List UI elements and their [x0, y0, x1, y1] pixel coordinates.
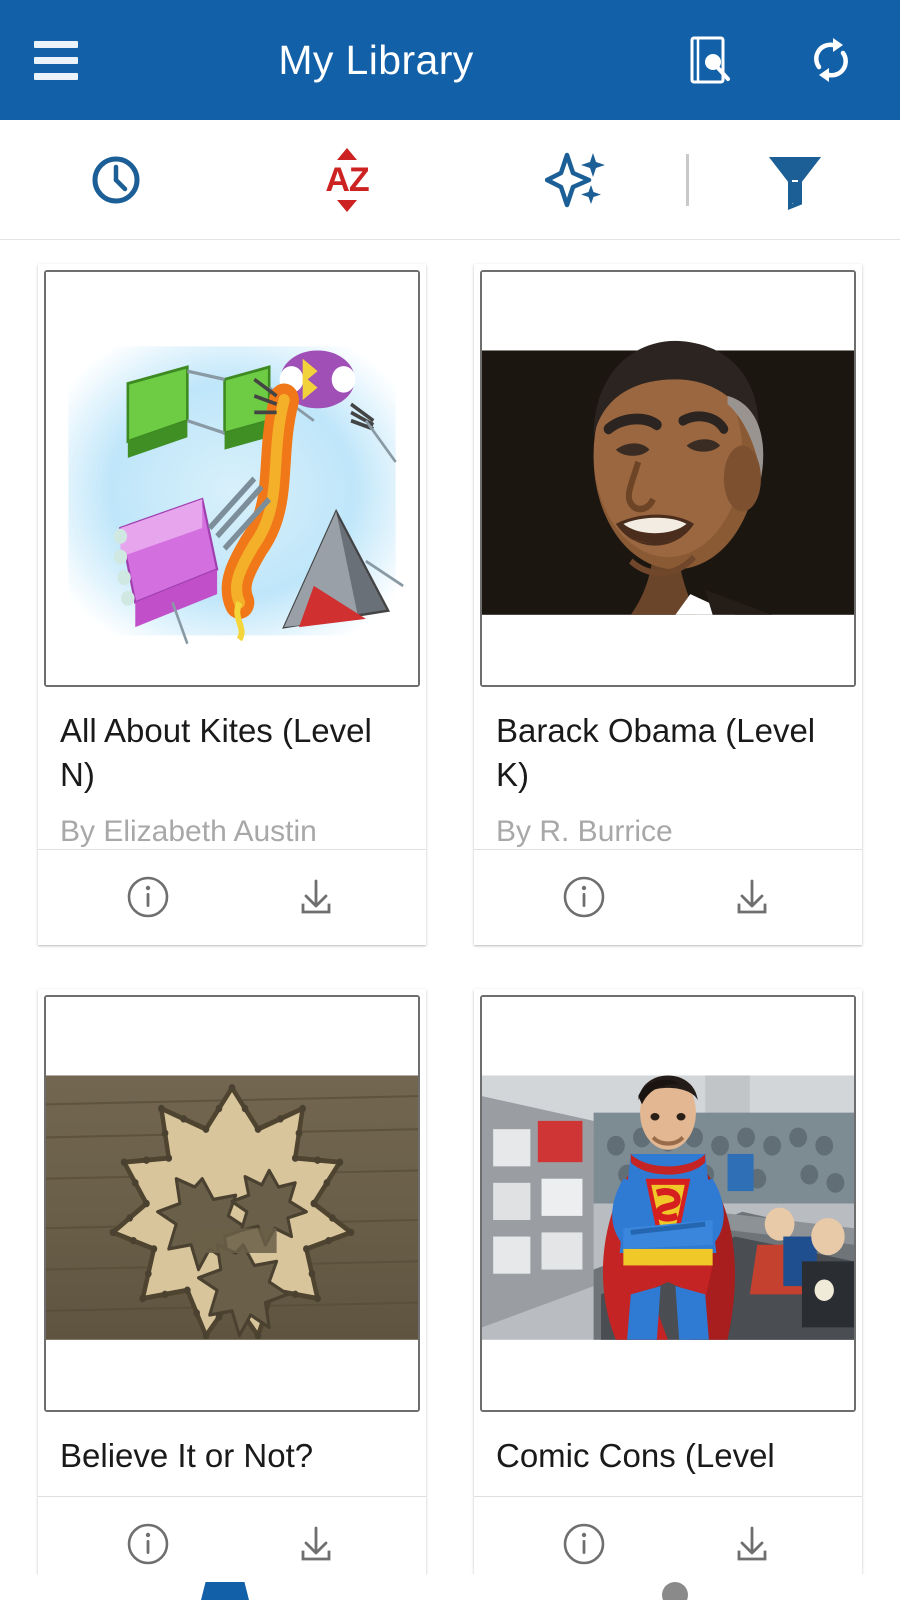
info-circle-icon — [127, 1523, 169, 1565]
menu-line — [34, 56, 78, 64]
book-cover — [44, 994, 420, 1412]
search-book-button[interactable] — [684, 33, 738, 87]
book-text: Barack Obama (Level K) By R. Burrice — [474, 687, 862, 849]
book-download-button[interactable] — [724, 1516, 780, 1572]
book-cover — [44, 270, 420, 687]
page-title: My Library — [278, 36, 474, 83]
cover-artwork — [46, 272, 418, 685]
menu-line — [34, 72, 78, 80]
book-text: Believe It or Not? — [38, 1412, 426, 1496]
arrow-up-icon — [337, 147, 357, 160]
app-bar-actions — [684, 33, 874, 87]
book-info-button[interactable] — [120, 1516, 176, 1572]
app-bar: My Library — [0, 0, 900, 120]
active-tab-indicator-icon — [198, 1582, 252, 1600]
cover-artwork — [482, 996, 854, 1410]
info-circle-icon — [563, 876, 605, 918]
book-card-actions — [38, 848, 426, 945]
book-download-button[interactable] — [288, 869, 344, 925]
filter-funnel-icon — [768, 156, 821, 210]
sync-button[interactable] — [804, 33, 858, 87]
az-sort-label: AZ — [325, 160, 369, 199]
sync-refresh-icon — [814, 38, 848, 82]
cover-artwork — [482, 272, 854, 685]
book-author: By Elizabeth Austin — [60, 814, 317, 848]
book-grid: All About Kites (Level N) By Elizabeth A… — [0, 240, 900, 1592]
book-title: Barack Obama (Level K) — [496, 712, 816, 793]
book-author: By R. Burrice — [496, 814, 673, 848]
sort-level-button[interactable] — [462, 120, 692, 239]
book-download-button[interactable] — [288, 1516, 344, 1572]
circle-icon — [662, 1582, 688, 1600]
book-info-button[interactable] — [556, 1516, 612, 1572]
sort-recent-button[interactable] — [0, 120, 232, 239]
book-search-icon — [690, 36, 730, 84]
filter-button[interactable] — [689, 120, 900, 239]
book-title: Believe It or Not? — [60, 1436, 314, 1474]
clock-icon — [92, 156, 140, 203]
book-text: Comic Cons (Level — [474, 1412, 862, 1496]
sort-alphabetical-button[interactable]: AZ — [232, 120, 462, 239]
comic-con-superman-photo-icon — [482, 996, 854, 1410]
sort-filter-toolbar: AZ — [0, 120, 900, 240]
book-title: Comic Cons (Level — [496, 1436, 775, 1474]
book-card[interactable]: Comic Cons (Level — [474, 988, 862, 1592]
book-info-button[interactable] — [120, 869, 176, 925]
sparkles-icon — [545, 152, 605, 207]
download-icon — [301, 879, 331, 914]
download-icon — [737, 1526, 767, 1561]
download-icon — [301, 1526, 331, 1561]
book-title: All About Kites (Level N) — [60, 712, 372, 793]
crop-circle-photo-icon — [46, 996, 418, 1410]
bottom-nav-item-active[interactable] — [125, 1582, 325, 1600]
book-card[interactable]: Barack Obama (Level K) By R. Burrice — [474, 264, 862, 945]
arrow-down-icon — [337, 199, 357, 212]
download-icon — [737, 879, 767, 914]
book-cover — [480, 994, 856, 1412]
book-text: All About Kites (Level N) By Elizabeth A… — [38, 687, 426, 849]
book-info-button[interactable] — [556, 869, 612, 925]
app-root: My Library AZ All About Kites (Level N) … — [0, 0, 900, 1600]
az-sort-icon: AZ — [317, 147, 377, 212]
book-cover — [480, 270, 856, 687]
book-download-button[interactable] — [724, 869, 780, 925]
info-circle-icon — [127, 876, 169, 918]
bottom-nav — [0, 1574, 900, 1600]
kites-illustration-icon — [46, 272, 418, 685]
book-card-actions — [474, 848, 862, 945]
cover-artwork — [46, 996, 418, 1410]
info-circle-icon — [563, 1523, 605, 1565]
book-card[interactable]: Believe It or Not? — [38, 988, 426, 1592]
book-card[interactable]: All About Kites (Level N) By Elizabeth A… — [38, 264, 426, 945]
bottom-nav-item-secondary[interactable] — [575, 1582, 775, 1600]
menu-line — [34, 40, 78, 48]
obama-portrait-photo-icon — [482, 272, 854, 685]
